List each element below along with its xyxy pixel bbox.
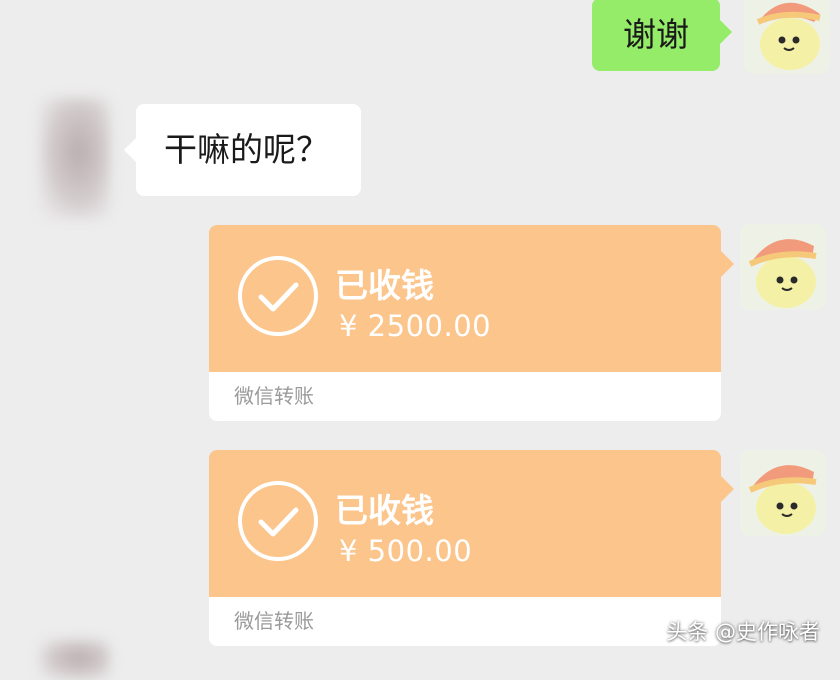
- transfer-amount: ¥ 500.00: [339, 534, 473, 568]
- check-circle-icon: [238, 481, 318, 561]
- transfer-card[interactable]: 已收钱 ¥ 2500.00 微信转账: [209, 225, 734, 421]
- chick-avatar-icon: [740, 450, 826, 536]
- received-message-bubble[interactable]: 干嘛的呢？: [124, 104, 361, 196]
- message-text: 干嘛的呢？: [164, 130, 329, 169]
- transfer-amount: ¥ 2500.00: [339, 309, 492, 343]
- sent-message-bubble[interactable]: 谢谢: [592, 0, 732, 71]
- transfer-card[interactable]: 已收钱 ¥ 500.00 微信转账: [209, 450, 734, 646]
- check-circle-icon: [238, 256, 318, 336]
- transfer-status: 已收钱: [335, 491, 434, 530]
- contact-avatar[interactable]: [40, 640, 110, 680]
- contact-avatar[interactable]: [40, 98, 110, 218]
- chick-avatar-icon: [740, 224, 826, 310]
- watermark: 头条 @史作咏者: [666, 620, 820, 644]
- chick-avatar-icon: [744, 0, 830, 74]
- transfer-card-body: 已收钱 ¥ 500.00: [209, 450, 734, 597]
- transfer-card-body: 已收钱 ¥ 2500.00: [209, 225, 734, 372]
- my-avatar[interactable]: [744, 0, 830, 74]
- transfer-status: 已收钱: [335, 266, 434, 305]
- my-avatar[interactable]: [740, 224, 826, 310]
- transfer-footer-label: 微信转账: [209, 372, 721, 421]
- my-avatar[interactable]: [740, 450, 826, 536]
- transfer-footer-label: 微信转账: [209, 597, 721, 646]
- message-text: 谢谢: [623, 15, 689, 54]
